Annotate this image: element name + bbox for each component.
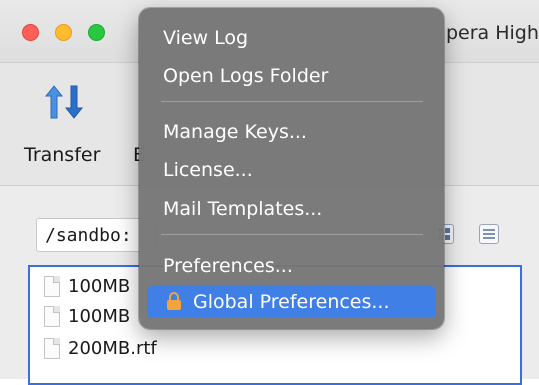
menu-item-license[interactable]: License... bbox=[147, 154, 436, 186]
menu-item-manage-keys[interactable]: Manage Keys... bbox=[147, 116, 436, 148]
file-name: 200MB.rtf bbox=[68, 337, 157, 359]
menu-item-view-log[interactable]: View Log bbox=[147, 22, 436, 54]
app-dropdown-menu: View Log Open Logs Folder Manage Keys...… bbox=[139, 8, 444, 329]
menu-separator bbox=[161, 234, 423, 235]
minimize-window-button[interactable] bbox=[55, 24, 72, 41]
document-icon bbox=[44, 305, 60, 327]
menu-item-mail-templates[interactable]: Mail Templates... bbox=[147, 193, 436, 225]
file-row[interactable]: 100MB bbox=[44, 301, 130, 331]
menu-item-preferences[interactable]: Preferences... bbox=[147, 250, 436, 282]
list-view-icon bbox=[483, 229, 495, 239]
list-view-button[interactable] bbox=[479, 224, 499, 244]
file-name: 100MB bbox=[68, 305, 131, 327]
close-window-button[interactable] bbox=[22, 24, 39, 41]
remote-path-field[interactable]: /sandbo: bbox=[36, 218, 156, 252]
menu-item-global-preferences[interactable]: Global Preferences... bbox=[147, 286, 436, 318]
zoom-window-button[interactable] bbox=[88, 24, 105, 41]
menu-separator bbox=[161, 101, 423, 102]
window-title: pera High bbox=[446, 22, 539, 44]
lock-icon bbox=[167, 291, 181, 310]
document-icon bbox=[44, 275, 60, 297]
file-row[interactable]: 200MB.rtf bbox=[44, 333, 157, 363]
transfer-label: Transfer bbox=[24, 144, 101, 166]
menu-item-open-logs-folder[interactable]: Open Logs Folder bbox=[147, 60, 436, 92]
file-name: 100MB bbox=[68, 275, 131, 297]
menu-item-global-preferences-label: Global Preferences... bbox=[193, 291, 390, 313]
app-window: pera High Transfer E /sandbo: 100MB bbox=[0, 0, 539, 385]
file-row[interactable]: 100MB bbox=[44, 271, 130, 301]
document-icon bbox=[44, 337, 60, 359]
transfer-arrows-icon bbox=[44, 85, 84, 119]
